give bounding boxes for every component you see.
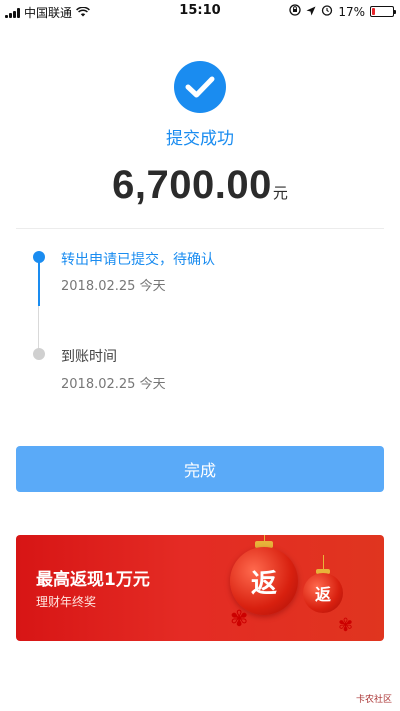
lantern-string-small bbox=[323, 555, 324, 569]
timeline-step-1-time: 2018.02.25 今天 bbox=[61, 279, 166, 294]
banner-subtitle: 理财年终奖 bbox=[36, 595, 97, 609]
timeline-dot-pending bbox=[33, 348, 45, 360]
promo-banner[interactable]: 最高返现1万元 理财年终奖 返 返 ✾ ✾ bbox=[16, 535, 384, 641]
status-bar: 中国联通 15:10 17% bbox=[0, 0, 400, 22]
alarm-icon bbox=[321, 4, 333, 19]
battery-icon bbox=[370, 6, 396, 17]
timeline-step-2-label: 到账时间 bbox=[61, 349, 117, 365]
success-title: 提交成功 bbox=[166, 129, 234, 149]
timeline-step-1-label: 转出申请已提交，待确认 bbox=[61, 252, 215, 268]
status-right: 17% bbox=[289, 4, 396, 19]
timeline-line-done bbox=[38, 258, 40, 306]
battery-percent: 17% bbox=[338, 4, 365, 19]
timeline-step-2-time: 2018.02.25 今天 bbox=[61, 377, 166, 392]
divider bbox=[16, 228, 384, 229]
location-icon bbox=[306, 5, 316, 19]
lantern-char: 返 bbox=[250, 568, 277, 599]
orientation-lock-icon bbox=[289, 4, 301, 19]
lantern-small-char: 返 bbox=[314, 585, 331, 604]
timeline-line-pending bbox=[38, 306, 39, 354]
amount-unit: 元 bbox=[272, 184, 288, 202]
watermark: 卡农社区 bbox=[353, 691, 394, 706]
timeline-dot-done bbox=[33, 251, 45, 263]
check-circle-icon bbox=[174, 61, 226, 113]
chinese-knot-icon: ✾ bbox=[230, 607, 249, 632]
banner-title: 最高返现1万元 bbox=[36, 570, 150, 590]
amount-value: 6,700.00 bbox=[112, 163, 272, 207]
amount-row: 6,700.00元 bbox=[0, 163, 400, 208]
done-button[interactable]: 完成 bbox=[16, 446, 384, 492]
lantern-icon: 返 bbox=[230, 547, 298, 615]
chinese-knot-small-icon: ✾ bbox=[338, 615, 354, 636]
lantern-small-icon: 返 bbox=[303, 573, 343, 613]
